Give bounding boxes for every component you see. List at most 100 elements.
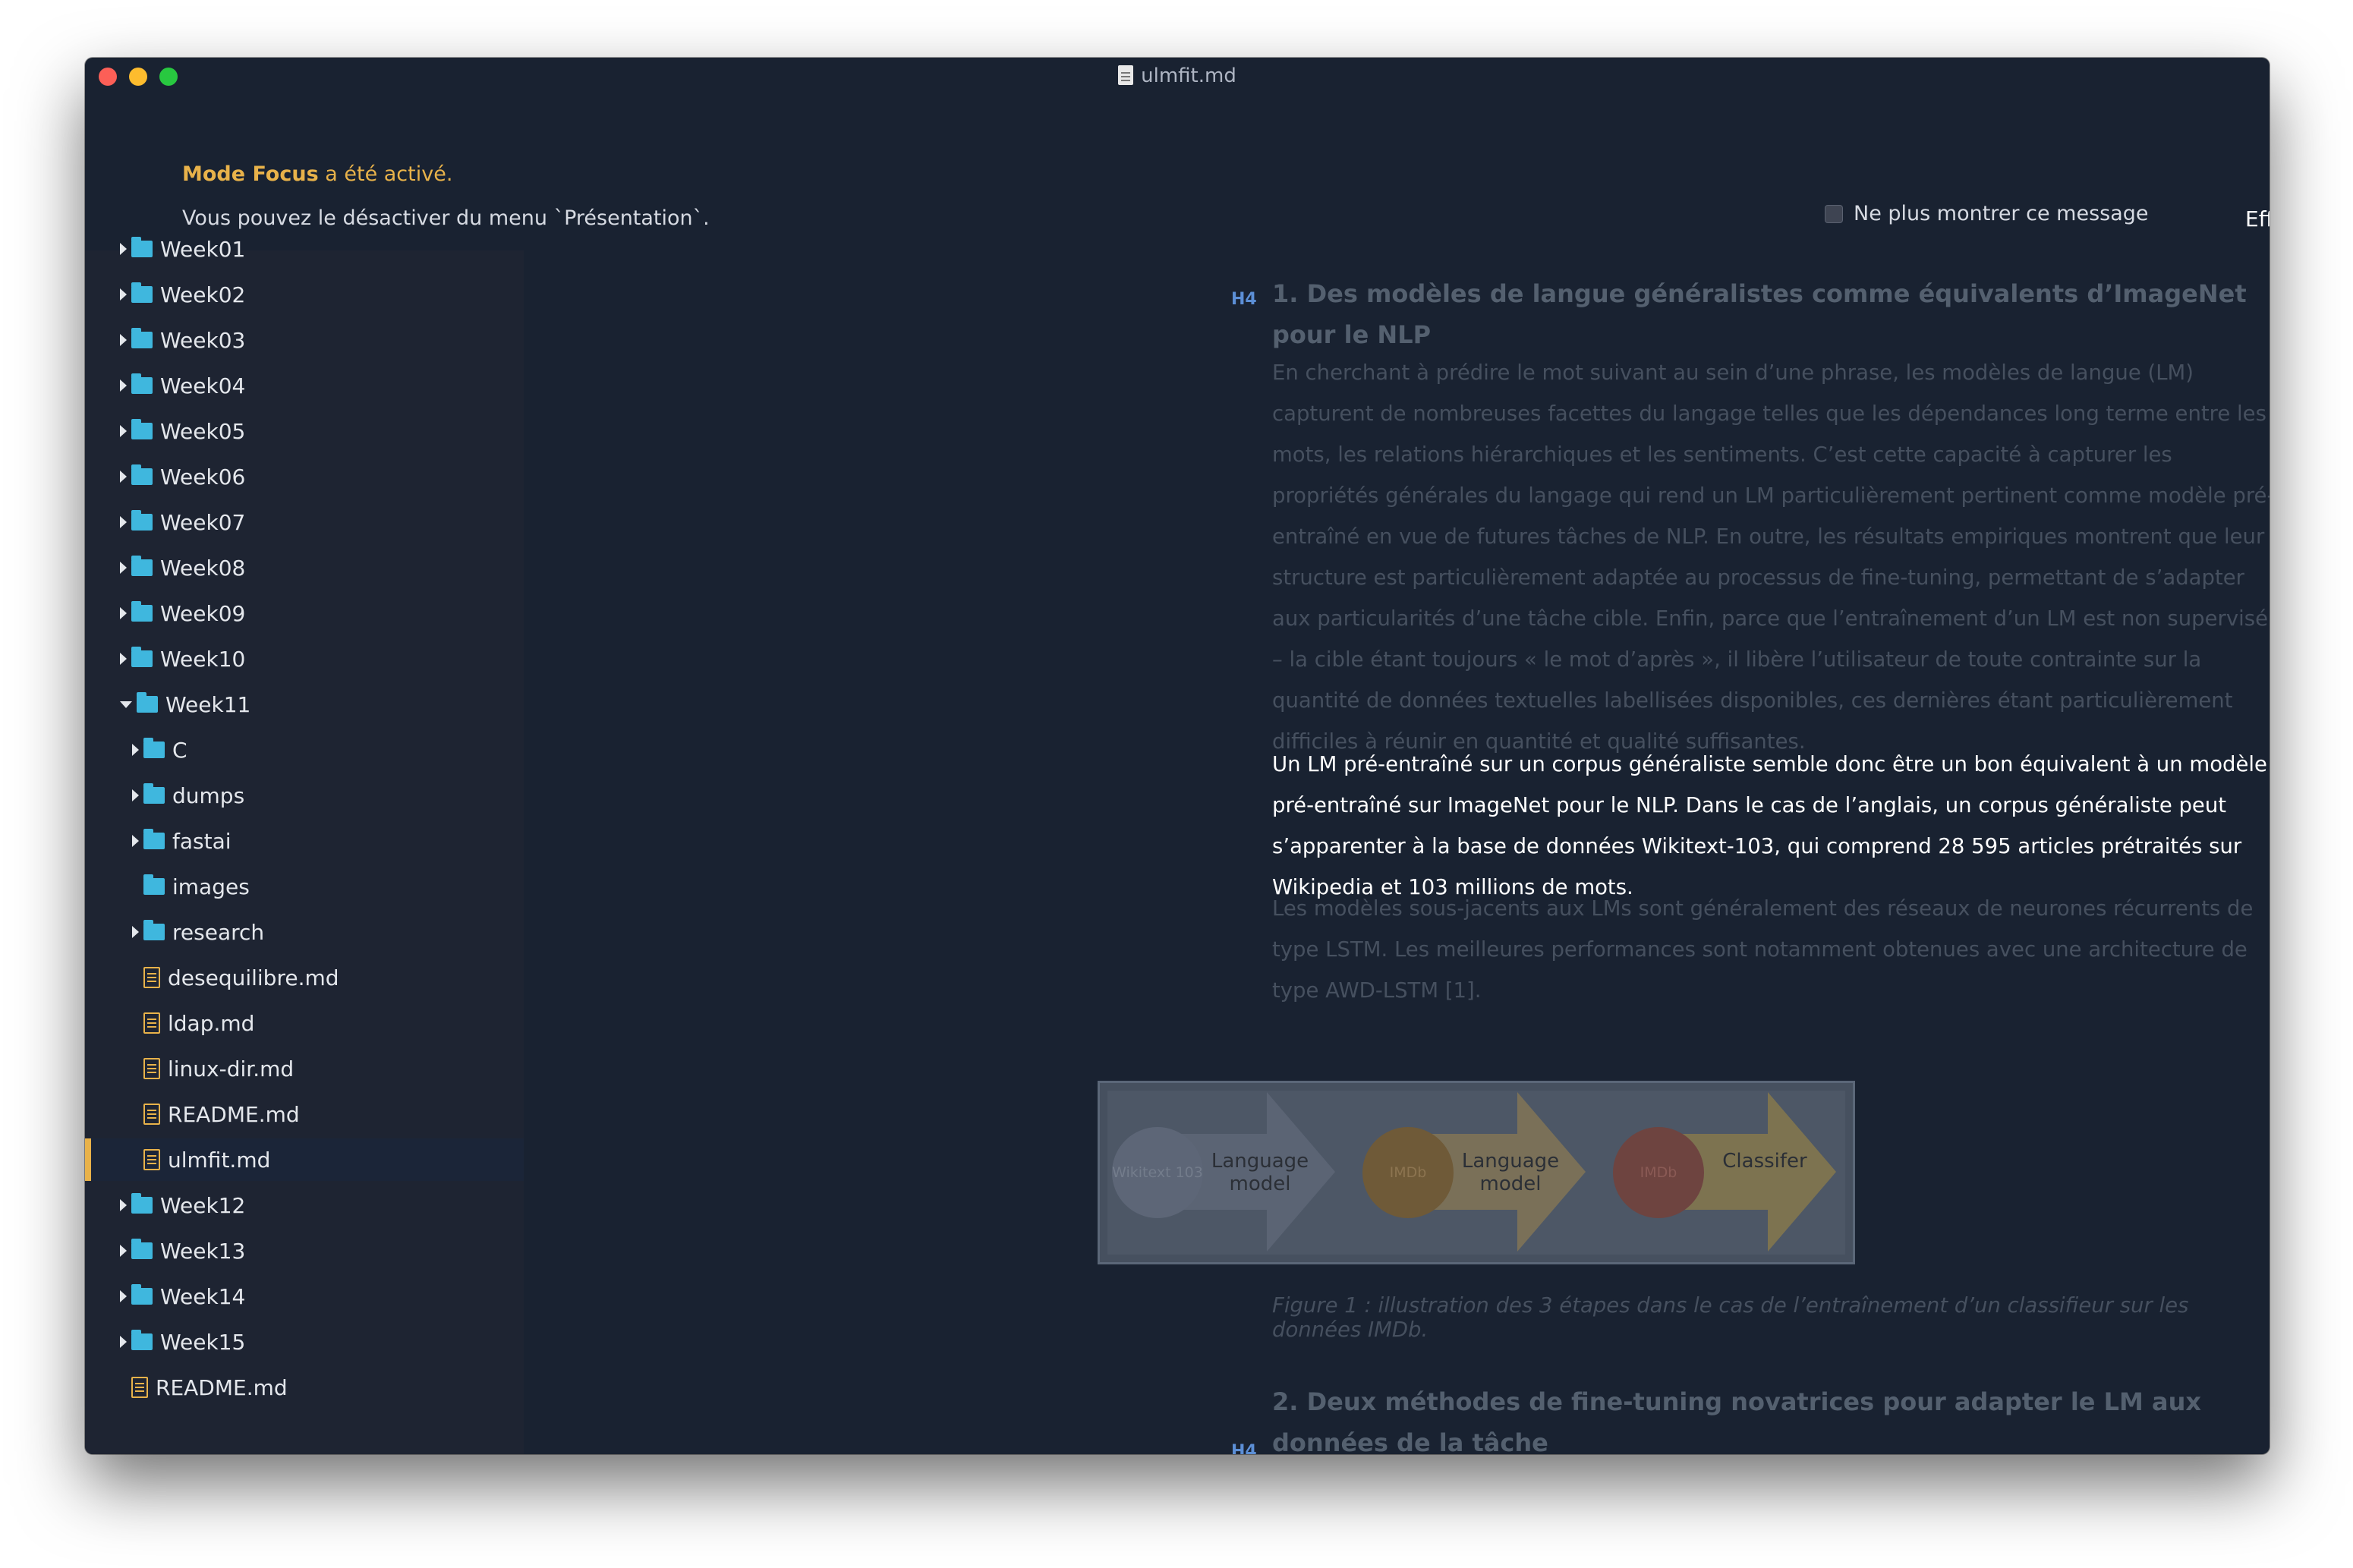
window-title-text: ulmfit.md [1141,65,1236,87]
notification-title-rest: a été activé. [318,162,453,186]
folder-icon [131,1284,153,1305]
chevron-right-icon[interactable] [132,744,139,756]
folder-icon [131,1330,153,1350]
paragraph-1: En cherchant à prédire le mot suivant au… [1272,361,2270,754]
folder-item-research[interactable]: research [132,911,264,953]
folder-item-week15[interactable]: Week15 [120,1321,245,1363]
folder-item-week04[interactable]: Week04 [120,364,245,407]
tree-item-label: Week06 [160,464,246,490]
markdown-file-icon [131,1377,148,1398]
notification-text: Vous pouvez le désactiver du menu `Prése… [182,206,710,230]
chevron-right-icon[interactable] [120,653,127,665]
folder-icon [131,1239,153,1259]
tree-item-label: ulmfit.md [168,1147,271,1173]
chevron-right-icon[interactable] [132,789,139,801]
figure-image: Wikitext 103 Language model IMDb Languag… [1107,1091,1845,1255]
chevron-right-icon[interactable] [120,1245,127,1257]
stage-2-circle: IMDb [1362,1127,1454,1218]
document-icon [1118,65,1134,85]
folder-item-week12[interactable]: Week12 [120,1184,245,1226]
stage-2-circle-text: IMDb [1389,1164,1427,1181]
tree-item-label: Week02 [160,282,246,307]
stage-3-label: Classifer [1722,1150,1807,1173]
folder-icon [131,464,153,485]
folder-item-images[interactable]: images [132,865,250,908]
chevron-right-icon[interactable] [120,288,127,301]
folder-item-dumps[interactable]: dumps [132,774,244,817]
chevron-right-icon[interactable] [132,835,139,847]
dont-show-again-checkbox[interactable] [1825,204,1843,223]
folder-icon [131,328,153,348]
folder-item-week02[interactable]: Week02 [120,273,245,316]
chevron-right-icon[interactable] [120,243,127,255]
folder-item-week07[interactable]: Week07 [120,501,245,543]
editor-pane[interactable]: H4 1. Des modèles de langue généralistes… [524,250,2270,1454]
folder-icon [131,647,153,667]
clear-button[interactable]: Effacer [2245,206,2270,231]
paragraph-3: Les modèles sous-jacents aux LMs sont gé… [1272,896,2254,1003]
file-item-readme-md[interactable]: README.md [132,1093,300,1135]
tree-item-label: ldap.md [168,1010,255,1036]
dont-show-again-option[interactable]: Ne plus montrer ce message [1825,202,2149,225]
file-item-readme-md[interactable]: README.md [120,1366,288,1409]
paragraph-2-focused: Un LM pré-entraîné sur un corpus général… [1272,752,2267,899]
h4-marker: H4 [1231,290,1257,309]
folder-icon [131,373,153,394]
folder-icon [131,282,153,303]
stage-3-circle-text: IMDb [1640,1164,1677,1181]
folder-item-week14[interactable]: Week14 [120,1275,245,1318]
markdown-file-icon [143,1012,160,1034]
tree-item-label: Week01 [160,236,246,262]
tree-item-label: Week08 [160,555,246,581]
folder-icon [143,874,165,895]
folder-item-week11[interactable]: Week11 [120,683,250,726]
folder-item-week08[interactable]: Week08 [120,546,245,589]
markdown-file-icon [143,1149,160,1170]
folder-item-c[interactable]: C [132,729,187,771]
figure-caption: Figure 1 : illustration des 3 étapes dan… [1272,1293,2189,1342]
heading-section-1: 1. Des modèles de langue généralistes co… [1272,279,2247,349]
tree-item-label: dumps [172,782,245,808]
h4-marker: H4 [1231,1442,1257,1454]
folder-item-fastai[interactable]: fastai [132,820,232,862]
markdown-file-icon [143,1058,160,1079]
active-file-indicator [85,1138,91,1181]
chevron-down-icon[interactable] [120,701,132,708]
file-item-linux-dir-md[interactable]: linux-dir.md [132,1047,294,1090]
chevron-right-icon[interactable] [120,1290,127,1302]
folder-item-week05[interactable]: Week05 [120,410,245,452]
folder-item-week10[interactable]: Week10 [120,638,245,680]
folder-item-week01[interactable]: Week01 [120,228,245,270]
tree-item-label: Week12 [160,1192,246,1218]
folder-item-week03[interactable]: Week03 [120,319,245,361]
chevron-right-icon[interactable] [120,379,127,392]
chevron-right-icon[interactable] [120,334,127,346]
folder-item-week13[interactable]: Week13 [120,1230,245,1272]
tree-item-label: Week07 [160,509,246,535]
tree-item-label: linux-dir.md [168,1056,295,1082]
markdown-file-icon [143,967,160,988]
folder-icon [143,783,165,804]
file-item-ulmfit-md[interactable]: ulmfit.md [85,1138,524,1181]
file-item-ldap-md[interactable]: ldap.md [132,1002,254,1044]
dont-show-again-label[interactable]: Ne plus montrer ce message [1854,202,2149,225]
chevron-right-icon[interactable] [132,926,139,938]
chevron-right-icon[interactable] [120,562,127,574]
stage-2-label: Language model [1461,1150,1560,1195]
folder-item-week06[interactable]: Week06 [120,455,245,498]
chevron-right-icon[interactable] [120,425,127,437]
stage-1-circle: Wikitext 103 [1112,1127,1203,1218]
folder-icon [143,829,165,849]
file-item-desequilibre-md[interactable]: desequilibre.md [132,956,339,999]
chevron-right-icon[interactable] [120,607,127,619]
tree-item-label: Week13 [160,1238,246,1264]
tree-item-label: Week15 [160,1329,246,1355]
tree-item-label: README.md [156,1374,288,1400]
chevron-right-icon[interactable] [120,516,127,528]
chevron-right-icon[interactable] [120,1336,127,1348]
chevron-right-icon[interactable] [120,471,127,483]
title-bar: ulmfit.md [85,58,2270,91]
folder-item-week09[interactable]: Week09 [120,592,245,634]
tree-item-label: Week10 [160,646,246,672]
chevron-right-icon[interactable] [120,1199,127,1211]
